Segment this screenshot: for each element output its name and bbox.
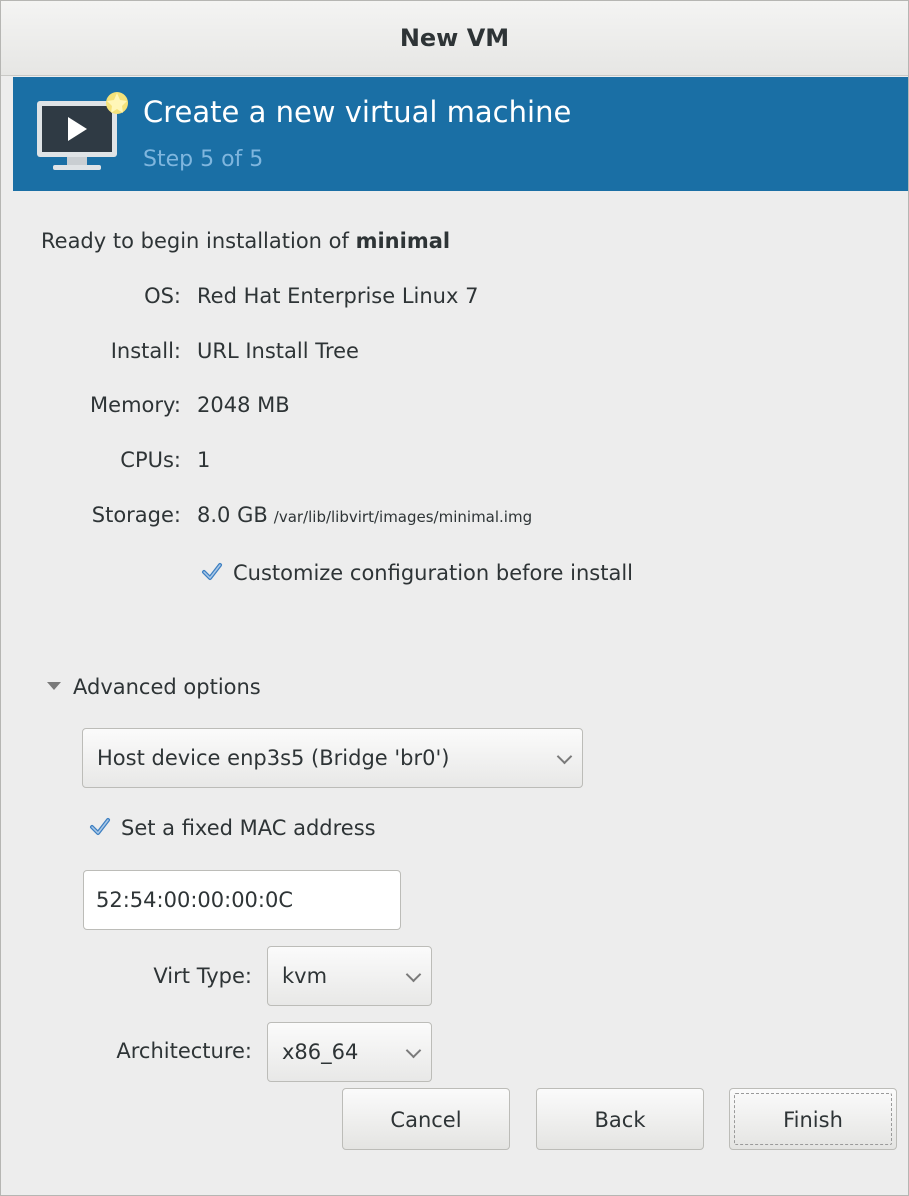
mac-address-input[interactable] (83, 870, 401, 930)
advanced-options-label[interactable]: Advanced options (73, 675, 261, 699)
checkmark-icon[interactable] (89, 816, 111, 838)
storage-path: /var/lib/libvirt/images/minimal.img (273, 508, 533, 526)
architecture-value: x86_64 (282, 1040, 359, 1064)
install-row: Install: URL Install Tree (1, 339, 901, 369)
network-source-value: Host device enp3s5 (Bridge 'br0') (97, 746, 450, 770)
finish-button[interactable]: Finish (729, 1088, 897, 1150)
virt-type-label: Virt Type: (153, 964, 252, 988)
advanced-options-expander[interactable]: Advanced options (47, 675, 261, 699)
virt-type-value: kvm (282, 964, 328, 988)
chevron-down-icon (405, 1042, 422, 1059)
fixed-mac-checkbox-row[interactable]: Set a fixed MAC address (89, 816, 376, 846)
vm-monitor-icon (37, 92, 128, 170)
storage-row: Storage: 8.0 GB/var/lib/libvirt/images/m… (1, 503, 901, 533)
memory-value: 2048 MB (197, 393, 290, 417)
cpus-value: 1 (197, 448, 211, 472)
wizard-title: Create a new virtual machine (143, 95, 572, 129)
memory-label: Memory: (90, 393, 181, 417)
customize-checkbox-row[interactable]: Customize configuration before install (201, 561, 633, 591)
expander-arrow-icon[interactable] (47, 682, 61, 690)
back-button[interactable]: Back (536, 1088, 704, 1150)
install-value: URL Install Tree (197, 339, 359, 363)
focus-ring (734, 1093, 892, 1145)
virt-type-select[interactable]: kvm (267, 946, 432, 1006)
os-label: OS: (144, 284, 181, 308)
install-label: Install: (110, 339, 181, 363)
wizard-banner: Create a new virtual machine Step 5 of 5 (13, 77, 908, 191)
ready-prefix: Ready to begin installation of (41, 229, 349, 253)
architecture-label: Architecture: (116, 1039, 252, 1063)
storage-label: Storage: (91, 503, 181, 527)
fixed-mac-label[interactable]: Set a fixed MAC address (121, 816, 376, 840)
checkmark-icon[interactable] (201, 561, 223, 583)
wizard-step: Step 5 of 5 (143, 147, 264, 172)
network-source-select[interactable]: Host device enp3s5 (Bridge 'br0') (82, 728, 583, 788)
storage-size: 8.0 GB (197, 503, 268, 527)
os-row: OS: Red Hat Enterprise Linux 7 (1, 284, 901, 314)
cpus-label: CPUs: (120, 448, 181, 472)
chevron-down-icon (556, 748, 573, 765)
cancel-button[interactable]: Cancel (342, 1088, 510, 1150)
architecture-select[interactable]: x86_64 (267, 1022, 432, 1082)
storage-value-wrap: 8.0 GB/var/lib/libvirt/images/minimal.im… (197, 503, 532, 527)
cpus-row: CPUs: 1 (1, 448, 901, 478)
new-vm-dialog: New VM Create a new virtual machine Step… (0, 0, 909, 1196)
ready-message: Ready to begin installation of minimal (41, 229, 450, 253)
memory-row: Memory: 2048 MB (1, 393, 901, 423)
chevron-down-icon (405, 966, 422, 983)
os-value: Red Hat Enterprise Linux 7 (197, 284, 479, 308)
vm-name: minimal (355, 229, 451, 253)
window-title: New VM (1, 1, 908, 76)
customize-label[interactable]: Customize configuration before install (233, 561, 633, 585)
